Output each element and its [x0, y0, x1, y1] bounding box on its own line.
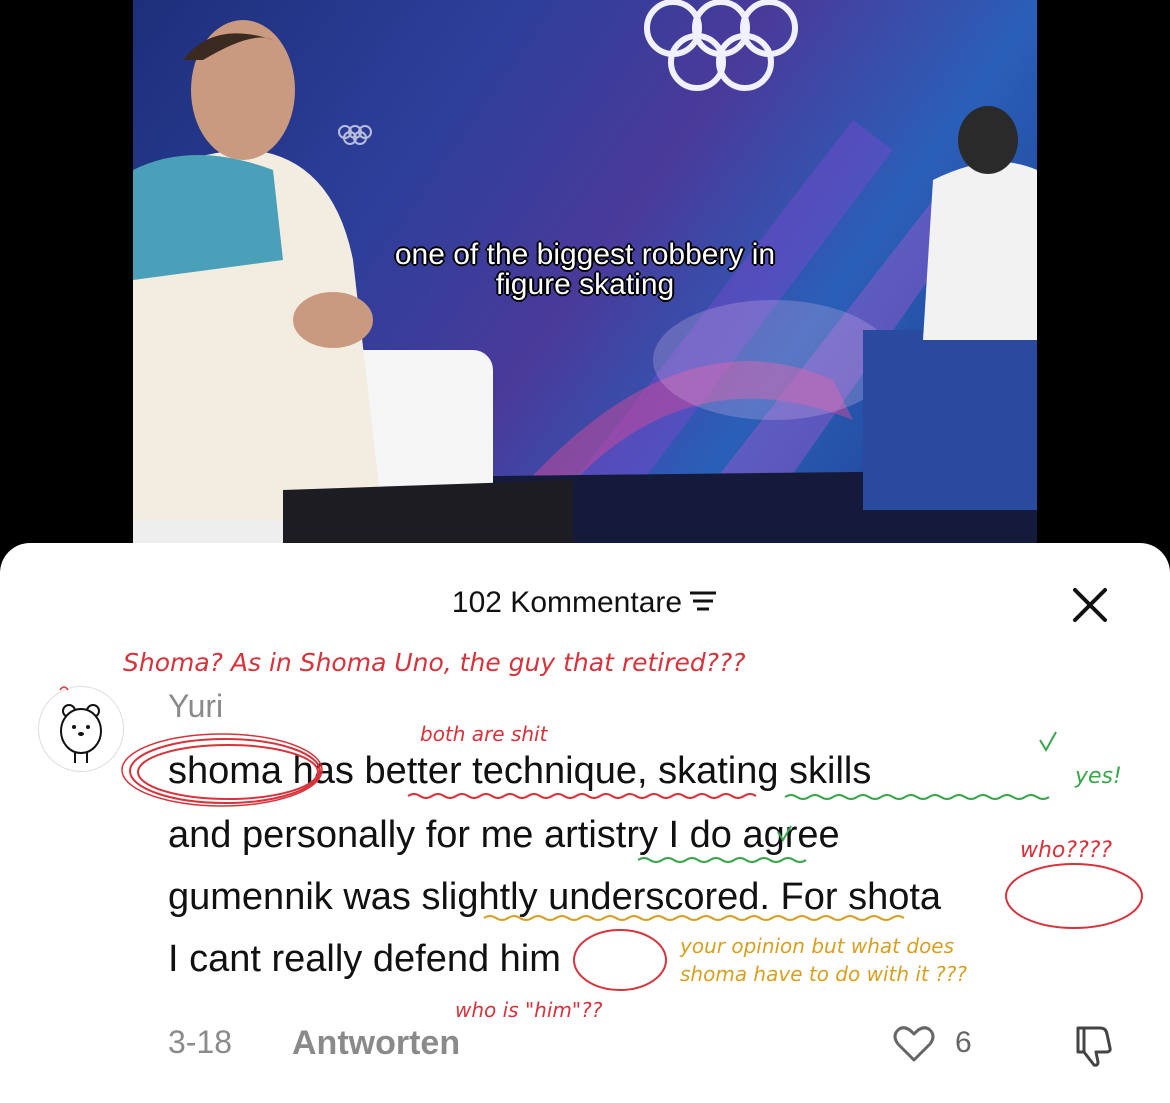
like-count: 6: [955, 1026, 972, 1059]
thumbs-down-icon[interactable]: [1070, 1022, 1116, 1068]
video-player[interactable]: one of the biggest robbery in figure ska…: [0, 0, 1170, 560]
comments-header: 102 Kommentare: [0, 586, 1170, 621]
bear-avatar-icon[interactable]: [38, 686, 124, 772]
close-icon[interactable]: [1070, 585, 1110, 625]
comment-text-line-3: gumennik was slightly underscored. For s…: [168, 876, 942, 918]
annotation-opinion-line-2: shoma have to do with it ???: [680, 962, 967, 986]
comment-text-line-4: I cant really defend him: [168, 938, 561, 980]
comment-text-line-2: and personally for me artistry I do agre…: [168, 814, 840, 856]
annotation-who: who????: [1020, 838, 1113, 863]
comments-count: 102 Kommentare: [451, 586, 683, 619]
comment-date: 3-18: [168, 1024, 233, 1060]
annotation-opinion-line-1: your opinion but what does: [680, 934, 955, 958]
heart-outline-icon[interactable]: [893, 1024, 935, 1064]
annotation-both-are: both are shit: [420, 722, 548, 746]
video-caption: one of the biggest robbery in figure ska…: [133, 240, 1037, 300]
comment-text-line-1: shoma has better technique, skating skil…: [168, 750, 872, 792]
caption-line-1: one of the biggest robbery in: [394, 238, 776, 271]
video-frame[interactable]: one of the biggest robbery in figure ska…: [133, 0, 1037, 560]
olympic-rings-logo: [644, 0, 798, 91]
annotation-yes: yes!: [1075, 764, 1122, 789]
comment-username[interactable]: Yuri: [168, 688, 223, 725]
annotation-top-note: Shoma? As in Shoma Uno, the guy that ret…: [123, 648, 746, 677]
annotation-who-him: who is "him"??: [455, 998, 603, 1022]
caption-line-2: figure skating: [495, 268, 675, 301]
reply-button[interactable]: Antworten: [292, 1024, 460, 1063]
filter-lines-icon[interactable]: [688, 587, 718, 621]
